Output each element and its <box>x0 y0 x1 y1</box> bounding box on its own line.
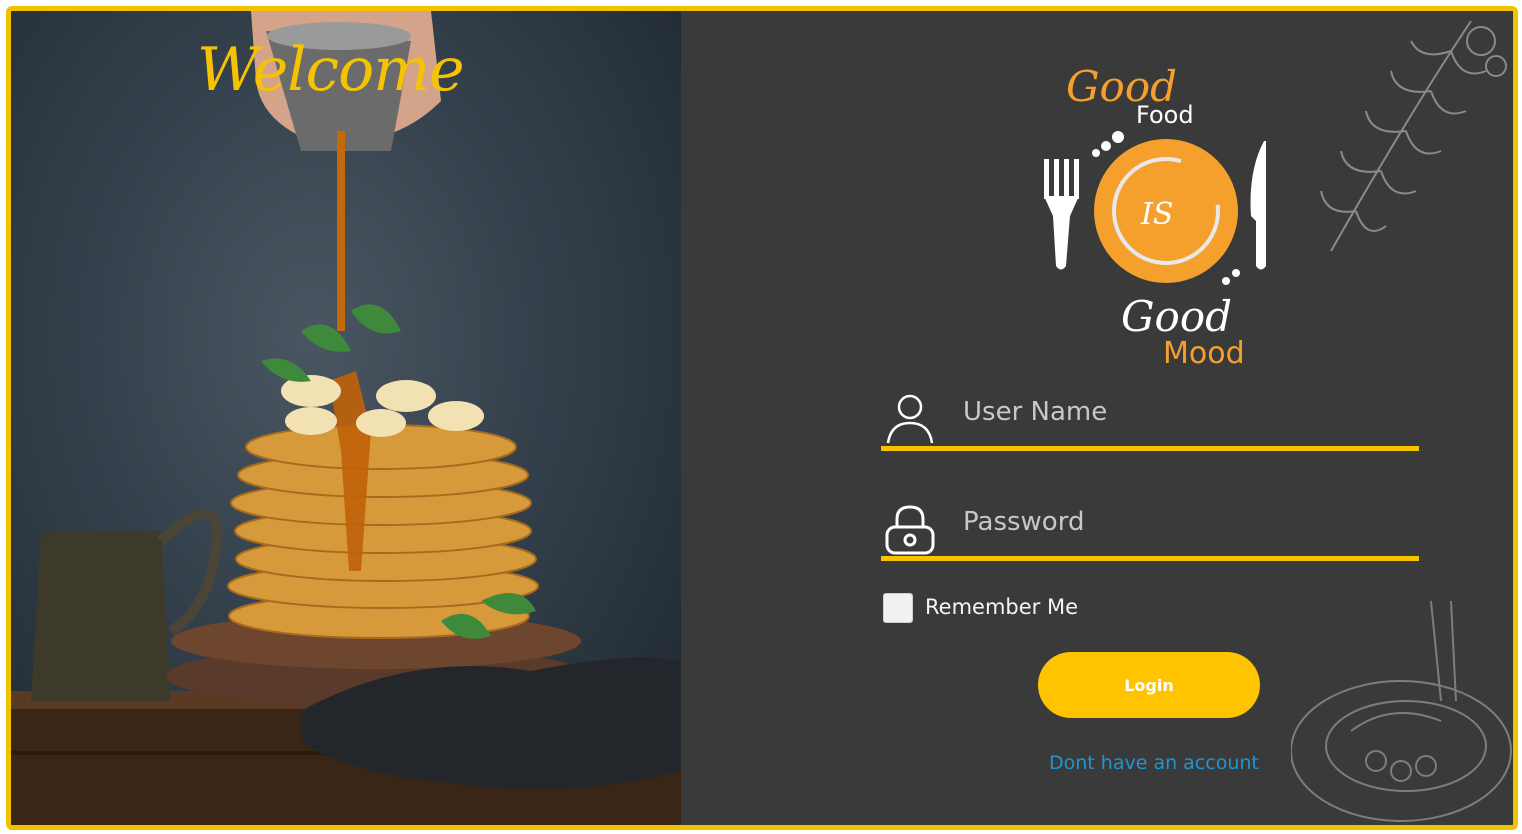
knife-icon <box>1250 141 1266 270</box>
remember-me-label[interactable]: Remember Me <box>925 595 1078 619</box>
lock-icon <box>885 505 935 555</box>
username-underline <box>881 446 1419 451</box>
login-button[interactable]: Login <box>1038 652 1260 718</box>
password-underline <box>881 556 1419 561</box>
good-food-logo: Good Food IS Good Mood <box>1044 62 1266 371</box>
pancake-photo: Welcome <box>11 11 681 825</box>
food-sketch-decoration <box>1291 600 1512 822</box>
logo-good-text-2: Good <box>1121 292 1232 341</box>
remember-me-checkbox[interactable] <box>883 593 913 623</box>
password-input[interactable]: Password <box>963 507 1084 537</box>
username-field[interactable]: User Name <box>881 393 1419 451</box>
welcome-title: Welcome <box>197 35 465 105</box>
logo-food-text: Food <box>1136 101 1194 129</box>
logo-mood-text: Mood <box>1163 336 1245 371</box>
user-icon <box>886 394 934 444</box>
fork-icon <box>1044 159 1079 270</box>
username-input[interactable]: User Name <box>963 397 1107 427</box>
signup-link[interactable]: Dont have an account <box>1049 752 1259 774</box>
pancake-illustration <box>11 11 681 825</box>
login-window: Welcome Good Food IS Good Mood User Name… <box>6 6 1518 830</box>
password-field[interactable]: Password <box>881 503 1419 561</box>
logo-is-text: IS <box>1140 197 1173 232</box>
herb-sketch-decoration <box>1320 20 1507 252</box>
login-form: Good Food IS Good Mood User Name Passwor… <box>681 11 1513 825</box>
